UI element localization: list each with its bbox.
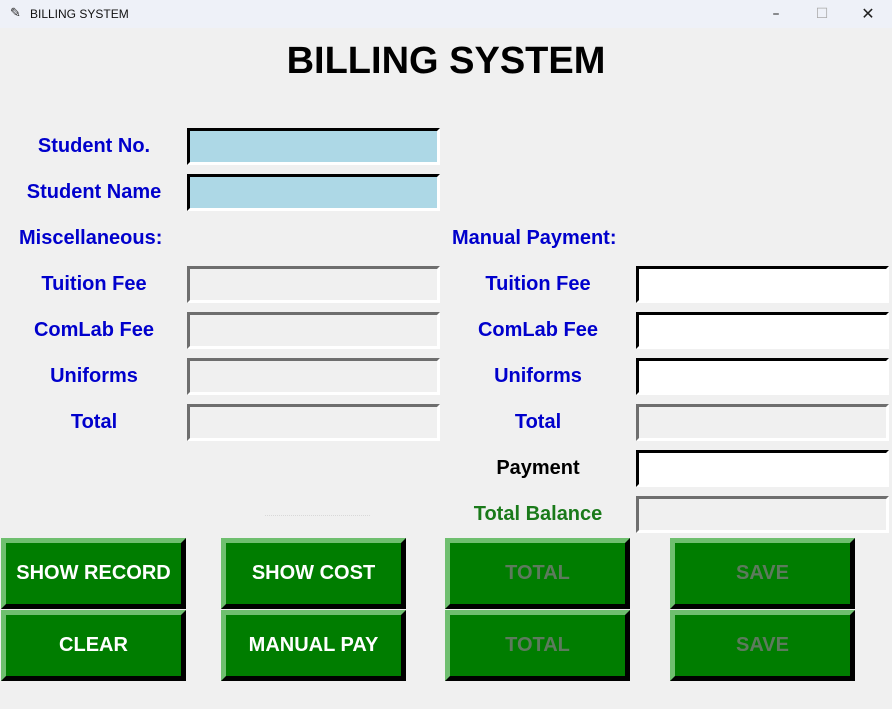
total-balance-label: Total Balance (473, 503, 603, 525)
misc-total-label: Total (70, 411, 118, 433)
page-title: BILLING SYSTEM (286, 40, 606, 82)
manual-comlab-input[interactable] (639, 315, 886, 346)
manual-comlab-label: ComLab Fee (477, 319, 599, 341)
minimize-button[interactable]: – (753, 0, 799, 28)
manual-pay-button[interactable]: MANUAL PAY (221, 610, 406, 681)
misc-tuition-field (187, 266, 440, 303)
student-name-input[interactable] (190, 177, 437, 208)
student-no-field[interactable] (187, 128, 440, 165)
student-name-field[interactable] (187, 174, 440, 211)
total-balance-field (636, 496, 889, 533)
manual-uniforms-input[interactable] (639, 361, 886, 392)
payment-input[interactable] (639, 453, 886, 484)
close-button[interactable]: ✕ (845, 0, 891, 28)
payment-label: Payment (496, 457, 580, 479)
save-button-2[interactable]: SAVE (670, 610, 855, 681)
feather-icon: ✎ (10, 6, 21, 21)
misc-uniforms-label: Uniforms (50, 365, 138, 387)
window-title: BILLING SYSTEM (30, 7, 129, 21)
manual-uniforms-label: Uniforms (494, 365, 582, 387)
misc-comlab-label: ComLab Fee (33, 319, 155, 341)
title-bar: ✎ BILLING SYSTEM – ☐ ✕ (0, 0, 892, 28)
miscellaneous-label: Miscellaneous: (19, 227, 163, 249)
misc-uniforms-field (187, 358, 440, 395)
manual-tuition-label: Tuition Fee (485, 273, 591, 295)
maximize-button[interactable]: ☐ (799, 0, 845, 28)
show-cost-button[interactable]: SHOW COST (221, 538, 406, 609)
total-button-2[interactable]: TOTAL (445, 610, 630, 681)
clear-button[interactable]: CLEAR (1, 610, 186, 681)
divider (265, 515, 370, 516)
manual-tuition-field[interactable] (636, 266, 889, 303)
payment-field[interactable] (636, 450, 889, 487)
show-record-button[interactable]: SHOW RECORD (1, 538, 186, 609)
student-no-label: Student No. (37, 135, 151, 157)
manual-total-field (636, 404, 889, 441)
save-button-1[interactable]: SAVE (670, 538, 855, 609)
misc-comlab-field (187, 312, 440, 349)
manual-total-label: Total (514, 411, 562, 433)
manual-payment-label: Manual Payment: (452, 227, 617, 249)
manual-uniforms-field[interactable] (636, 358, 889, 395)
total-button-1[interactable]: TOTAL (445, 538, 630, 609)
student-name-label: Student Name (26, 181, 162, 203)
misc-total-field (187, 404, 440, 441)
misc-tuition-label: Tuition Fee (41, 273, 147, 295)
student-no-input[interactable] (190, 131, 437, 162)
manual-tuition-input[interactable] (639, 269, 886, 300)
manual-comlab-field[interactable] (636, 312, 889, 349)
